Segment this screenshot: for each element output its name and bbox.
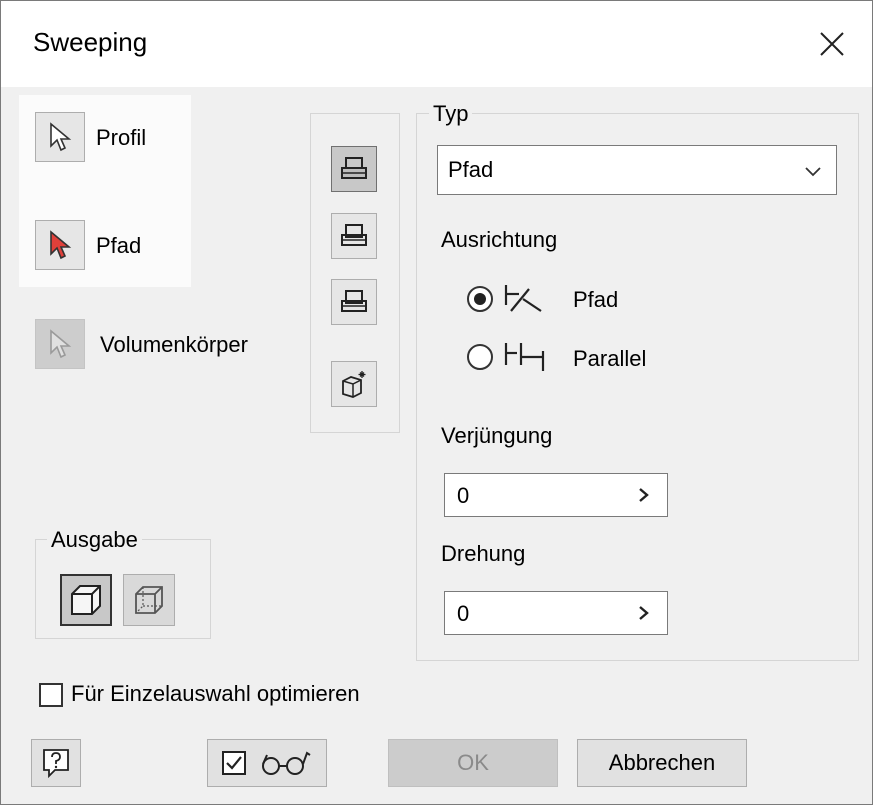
path-label: Pfad: [96, 233, 142, 258]
optimize-checkbox[interactable]: [39, 683, 63, 707]
type-dropdown[interactable]: Pfad: [437, 145, 837, 195]
output-surface-button[interactable]: [123, 574, 175, 626]
cursor-arrow-disabled-icon: [50, 329, 72, 359]
new-solid-button[interactable]: [331, 361, 377, 407]
cancel-button[interactable]: Abbrechen: [577, 739, 747, 787]
output-solid-button[interactable]: [60, 574, 112, 626]
checkbox-checked-icon: [222, 751, 246, 775]
cursor-arrow-red-icon: [50, 230, 72, 260]
type-group: [416, 113, 859, 661]
type-dropdown-value: Pfad: [448, 157, 494, 182]
help-icon: [43, 749, 69, 779]
intersect-icon: [341, 290, 367, 312]
twist-input[interactable]: 0: [444, 591, 668, 635]
solid-select-button[interactable]: [35, 319, 85, 369]
taper-value: 0: [457, 483, 470, 508]
orientation-label: Ausrichtung: [441, 227, 558, 252]
taper-expand-button[interactable]: [621, 474, 667, 516]
orientation-parallel-radio[interactable]: [467, 344, 493, 370]
title-bar: Sweeping: [1, 1, 872, 87]
close-icon: [820, 32, 844, 56]
sweep-mode-intersect-button[interactable]: [331, 279, 377, 325]
orientation-path-label: Pfad: [573, 287, 619, 312]
glasses-icon: [262, 751, 311, 775]
cursor-arrow-icon: [50, 122, 72, 152]
solid-body-icon: [71, 585, 101, 615]
optimize-label: Für Einzelauswahl optimieren: [71, 681, 360, 706]
help-button[interactable]: [31, 739, 81, 787]
sweeping-dialog: Sweeping Profil Pfad Volumenkörper Typ P…: [0, 0, 873, 805]
twist-expand-button[interactable]: [621, 592, 667, 634]
solid-label: Volumenkörper: [100, 332, 248, 357]
orientation-path-radio[interactable]: [467, 286, 493, 312]
cut-icon: [341, 224, 367, 246]
dialog-title: Sweeping: [33, 27, 148, 57]
sweep-mode-join-button[interactable]: [331, 146, 377, 192]
path-select-button[interactable]: [35, 220, 85, 270]
output-legend: Ausgabe: [47, 527, 142, 553]
parallel-orientation-icon: [504, 343, 545, 371]
chevron-right-icon: [639, 488, 649, 502]
close-button[interactable]: [792, 1, 872, 87]
profile-select-button[interactable]: [35, 112, 85, 162]
orientation-parallel-label: Parallel: [573, 346, 647, 371]
sweep-mode-cut-button[interactable]: [331, 213, 377, 259]
chevron-right-icon: [639, 606, 649, 620]
taper-label: Verjüngung: [441, 423, 553, 448]
path-orientation-icon: [504, 285, 542, 312]
surface-body-icon: [135, 586, 163, 614]
twist-value: 0: [457, 601, 470, 626]
taper-input[interactable]: 0: [444, 473, 668, 517]
ok-button[interactable]: OK: [388, 739, 558, 787]
type-legend: Typ: [429, 101, 473, 127]
chevron-down-icon: [805, 167, 821, 177]
new-solid-icon: [342, 371, 366, 398]
profile-label: Profil: [96, 125, 147, 150]
twist-label: Drehung: [441, 541, 526, 566]
join-icon: [341, 157, 367, 179]
preview-toggle-button[interactable]: [207, 739, 327, 787]
